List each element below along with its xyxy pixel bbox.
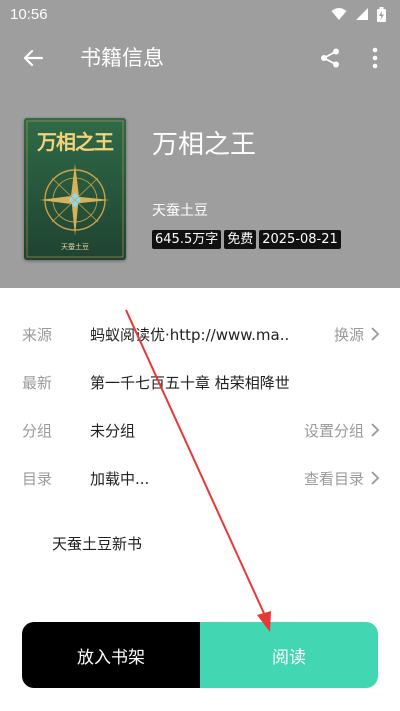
info-row-toc[interactable]: 目录 加载中... 查看目录 <box>0 460 400 496</box>
book-author[interactable]: 天蚕土豆 <box>152 200 208 220</box>
status-time: 10:56 <box>10 5 48 23</box>
view-toc-button[interactable]: 查看目录 <box>304 468 364 489</box>
book-tags: 645.5万字 免费 2025-08-21 <box>152 230 341 249</box>
more-button[interactable] <box>362 43 388 73</box>
read-button[interactable]: 阅读 <box>200 622 378 688</box>
group-value: 未分组 <box>90 422 136 440</box>
set-group-button[interactable]: 设置分组 <box>304 420 364 441</box>
share-button[interactable] <box>315 43 345 73</box>
share-icon <box>321 48 339 68</box>
info-row-source[interactable]: 来源 蚂蚁阅读优·http://www.ma... 换源 <box>0 316 400 352</box>
more-vert-icon <box>372 47 378 69</box>
cover-author: 天蚕土豆 <box>61 243 89 251</box>
toc-label: 目录 <box>22 470 53 488</box>
toolbar: 书籍信息 <box>0 28 400 88</box>
group-label: 分组 <box>22 422 53 440</box>
source-value: 蚂蚁阅读优·http://www.ma... <box>90 326 290 344</box>
toc-value: 加载中... <box>90 470 150 488</box>
price-tag: 免费 <box>224 230 257 249</box>
status-bar: 10:56 <box>0 0 400 28</box>
signal-icon <box>356 8 368 20</box>
info-row-latest: 最新 第一千七百五十章 枯荣相降世 <box>0 364 400 400</box>
source-label: 来源 <box>22 326 53 344</box>
bottom-action-bar: 放入书架 阅读 <box>22 622 378 688</box>
latest-label: 最新 <box>22 374 53 392</box>
add-to-shelf-button[interactable]: 放入书架 <box>22 622 200 688</box>
book-title: 万相之王 <box>152 130 257 160</box>
back-button[interactable] <box>18 43 48 73</box>
page-title: 书籍信息 <box>80 46 164 70</box>
latest-chapter-value: 第一千七百五十章 枯荣相降世 <box>90 374 290 392</box>
book-cover[interactable]: 万相之王 天蚕土豆 <box>24 118 126 260</box>
info-row-group[interactable]: 分组 未分组 设置分组 <box>0 412 400 448</box>
chevron-right-icon <box>371 423 380 437</box>
battery-icon <box>377 6 386 22</box>
update-date-tag: 2025-08-21 <box>259 230 341 249</box>
book-intro: 天蚕土豆新书 <box>52 535 143 553</box>
book-header: 书籍信息 万相之王 天蚕土豆 万相之王 天蚕土豆 645.5万字 免费 2025… <box>0 28 400 288</box>
word-count-tag: 645.5万字 <box>152 230 222 249</box>
wifi-icon <box>331 8 347 20</box>
cover-title: 万相之王 <box>37 130 114 154</box>
change-source-button[interactable]: 换源 <box>334 324 364 345</box>
chevron-right-icon <box>371 327 380 341</box>
status-icons <box>331 6 386 22</box>
chevron-right-icon <box>371 471 380 485</box>
back-arrow-icon <box>23 49 44 67</box>
